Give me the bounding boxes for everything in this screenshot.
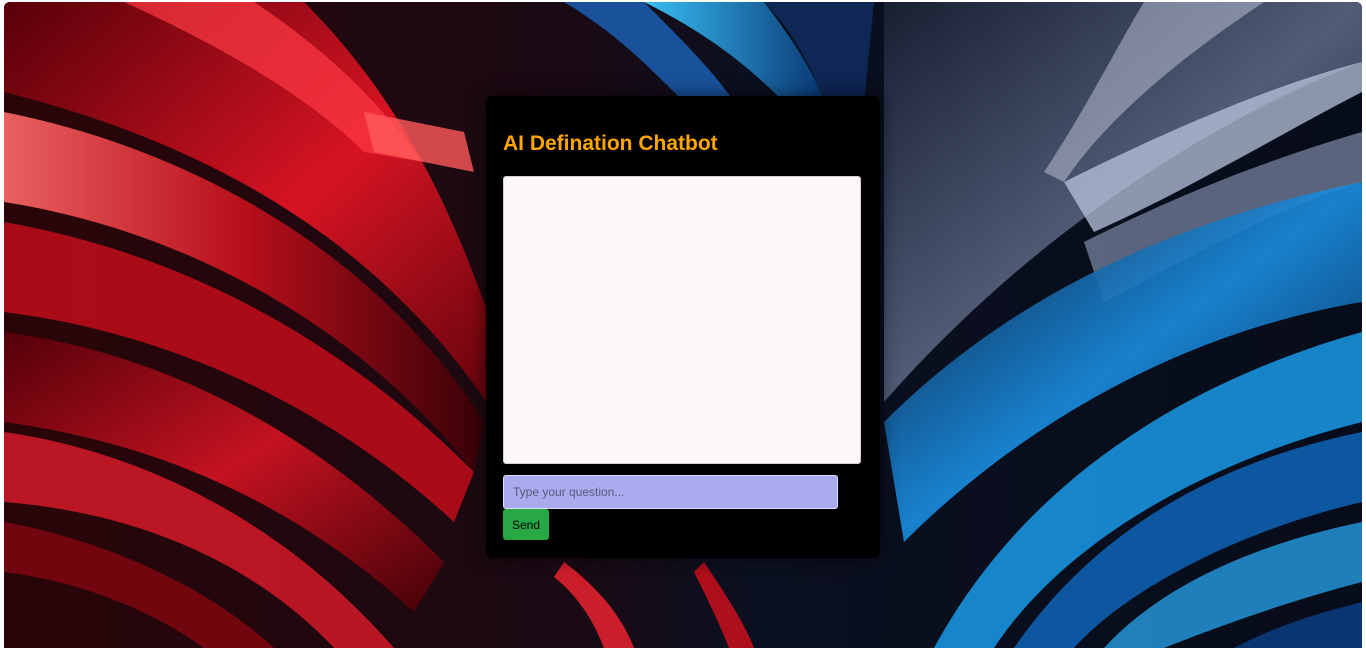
chatbot-title: AI Defination Chatbot: [503, 132, 718, 155]
send-button[interactable]: Send: [503, 509, 549, 540]
chatbot-card: AI Defination Chatbot Send: [486, 96, 880, 558]
chat-log[interactable]: [503, 176, 861, 464]
page-viewport: AI Defination Chatbot Send: [4, 2, 1362, 648]
question-input[interactable]: [503, 475, 838, 509]
